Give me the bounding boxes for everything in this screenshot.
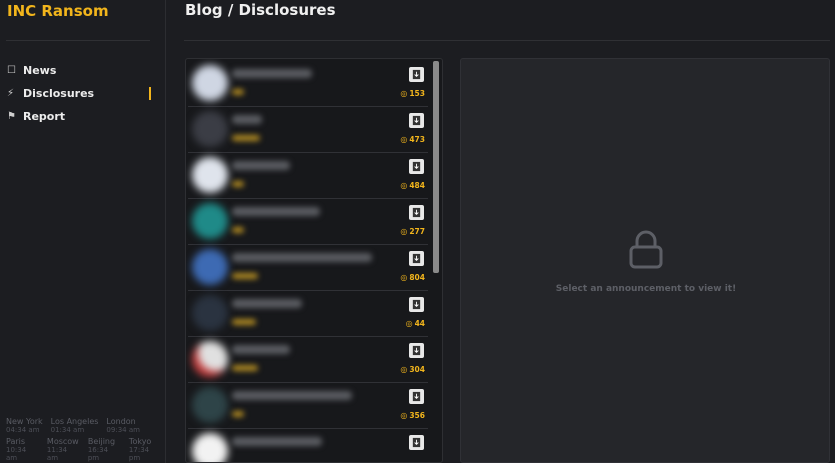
nav-item-news[interactable]: ☐ News: [7, 59, 157, 82]
sidebar: INC Ransom ☐ News ⚡ Disclosures ⚑ Report…: [0, 0, 166, 463]
company-name-redacted: [232, 207, 320, 216]
bookmark-icon: ☐: [7, 65, 16, 76]
view-count: ◎ 44: [405, 319, 425, 328]
company-logo: [192, 387, 228, 423]
download-icon: [412, 437, 421, 448]
download-button[interactable]: [409, 343, 424, 358]
tag-redacted: [232, 89, 244, 95]
nav-item-label: Disclosures: [23, 87, 95, 100]
announcement-viewer: Select an announcement to view it!: [460, 58, 830, 463]
download-button[interactable]: [409, 205, 424, 220]
download-icon: [412, 207, 421, 218]
scrollbar[interactable]: [433, 61, 439, 461]
bolt-icon: ⚡: [7, 88, 15, 99]
company-name-redacted: [232, 253, 372, 262]
company-name-redacted: [232, 69, 312, 78]
clock: London 09:34 am: [106, 417, 140, 435]
clock: Moscow 11:34 am: [46, 437, 79, 463]
view-count: ◎ 153: [400, 89, 425, 98]
eye-icon: ◎: [400, 365, 408, 374]
download-icon: [412, 69, 421, 80]
list-item[interactable]: ◎ 356: [188, 383, 428, 429]
list-item[interactable]: ◎ 484: [188, 153, 428, 199]
header-divider: [184, 40, 830, 41]
list-item[interactable]: [188, 429, 428, 462]
tag-redacted: [232, 135, 260, 141]
download-icon: [412, 115, 421, 126]
eye-icon: ◎: [400, 181, 408, 190]
company-logo: [192, 341, 228, 377]
eye-icon: ◎: [400, 273, 408, 282]
download-button[interactable]: [409, 435, 424, 450]
company-name-redacted: [232, 299, 302, 308]
download-icon: [412, 299, 421, 310]
download-icon: [412, 391, 421, 402]
clock: Los Angeles 01:34 am: [50, 417, 99, 435]
tag-redacted: [232, 319, 256, 325]
company-logo: [192, 65, 228, 101]
scrollbar-thumb[interactable]: [433, 61, 439, 273]
company-logo: [192, 157, 228, 193]
list-item[interactable]: ◎ 44: [188, 291, 428, 337]
eye-icon: ◎: [400, 89, 408, 98]
active-indicator: [149, 87, 151, 100]
company-name-redacted: [232, 345, 290, 354]
view-count: ◎ 304: [400, 365, 425, 374]
company-logo: [192, 249, 228, 285]
view-count: ◎ 473: [400, 135, 425, 144]
view-count: ◎ 484: [400, 181, 425, 190]
view-count: ◎ 804: [400, 273, 425, 282]
download-icon: [412, 253, 421, 264]
download-button[interactable]: [409, 159, 424, 174]
download-icon: [412, 345, 421, 356]
eye-icon: ◎: [405, 319, 413, 328]
view-count: ◎ 356: [400, 411, 425, 420]
company-logo: [192, 111, 228, 147]
download-icon: [412, 161, 421, 172]
tag-redacted: [232, 411, 244, 417]
company-logo: [192, 433, 228, 462]
world-clocks: New York 04:34 am Los Angeles 01:34 am Lon…: [6, 418, 162, 463]
company-name-redacted: [232, 391, 352, 400]
list-item[interactable]: ◎ 304: [188, 337, 428, 383]
nav-menu: ☐ News ⚡ Disclosures ⚑ Report: [7, 59, 157, 128]
list-item[interactable]: ◎ 153: [188, 61, 428, 107]
eye-icon: ◎: [400, 135, 408, 144]
download-button[interactable]: [409, 113, 424, 128]
page-title: Blog / Disclosures: [185, 1, 336, 19]
company-name-redacted: [232, 115, 262, 124]
empty-state-message: Select an announcement to view it!: [555, 284, 737, 294]
clock: New York 04:34 am: [6, 417, 43, 435]
nav-item-label: Report: [23, 110, 66, 123]
eye-icon: ◎: [400, 227, 408, 236]
nav-item-disclosures[interactable]: ⚡ Disclosures: [7, 82, 157, 105]
download-button[interactable]: [409, 389, 424, 404]
download-button[interactable]: [409, 297, 424, 312]
flag-icon: ⚑: [7, 111, 16, 122]
list-item[interactable]: ◎ 804: [188, 245, 428, 291]
nav-item-report[interactable]: ⚑ Report: [7, 105, 157, 128]
company-name-redacted: [232, 161, 290, 170]
sidebar-divider: [6, 40, 150, 41]
company-name-redacted: [232, 437, 322, 446]
company-logo: [192, 203, 228, 239]
clock: Beijing 16:34 pm: [87, 437, 116, 463]
nav-item-label: News: [23, 64, 57, 77]
app-logo[interactable]: INC Ransom: [7, 2, 109, 20]
clock: Tokyo 17:34 pm: [128, 437, 152, 463]
company-logo: [192, 295, 228, 331]
disclosure-list[interactable]: ◎ 153 ◎ 473 ◎ 484 ◎ 277 ◎ 804 ◎ 44 ◎ 304…: [185, 58, 443, 463]
tag-redacted: [232, 365, 258, 371]
view-count: ◎ 277: [400, 227, 425, 236]
lock-icon: [629, 230, 663, 269]
tag-redacted: [232, 273, 258, 279]
eye-icon: ◎: [400, 411, 408, 420]
list-item[interactable]: ◎ 473: [188, 107, 428, 153]
download-button[interactable]: [409, 251, 424, 266]
clock: Paris 10:34 am: [6, 437, 27, 463]
download-button[interactable]: [409, 67, 424, 82]
list-item[interactable]: ◎ 277: [188, 199, 428, 245]
tag-redacted: [232, 227, 244, 233]
tag-redacted: [232, 181, 244, 187]
